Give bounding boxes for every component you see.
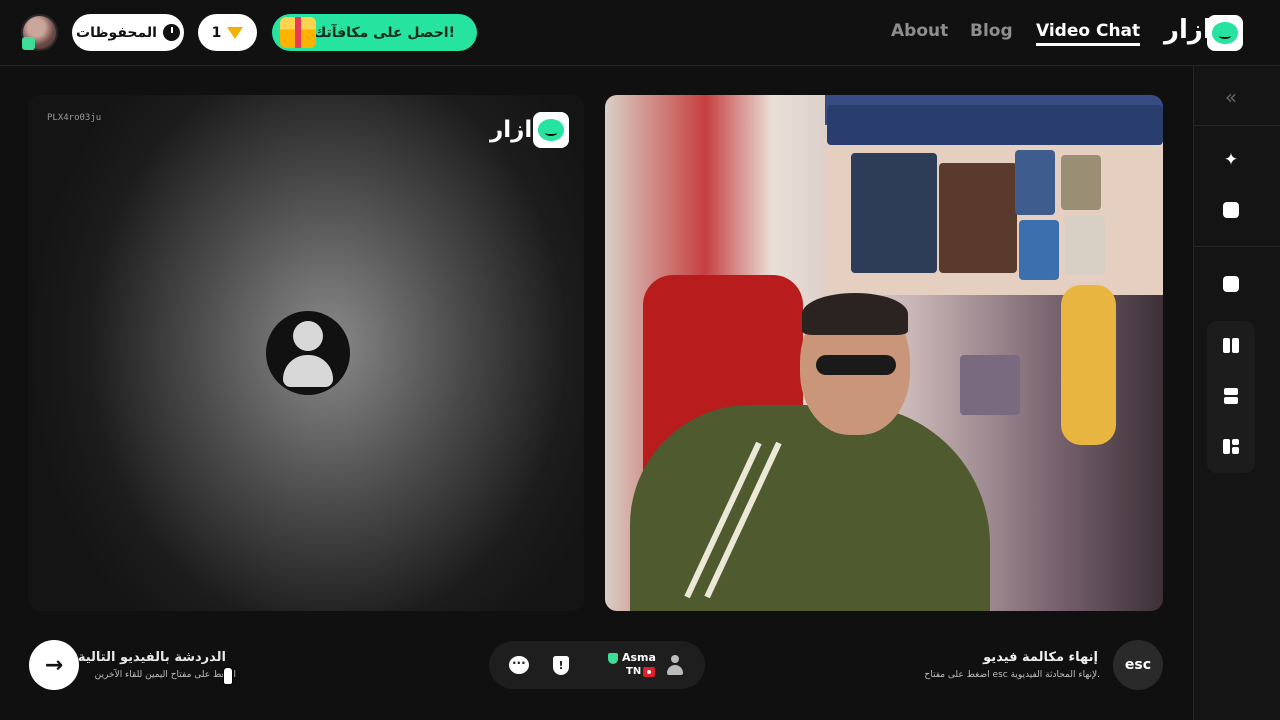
- clock-icon: [162, 24, 180, 41]
- reward-button[interactable]: احصل على مكافآتك!: [272, 14, 477, 51]
- layout-grid-icon[interactable]: [1207, 423, 1255, 469]
- nav-video-chat[interactable]: Video Chat: [1036, 21, 1141, 46]
- partner-country: TN: [626, 666, 642, 677]
- end-call-title: إنهاء مكالمة فيديو: [983, 650, 1098, 665]
- end-call-hint: اضغط على مفتاح esc لإنهاء المحادثة الفيد…: [924, 670, 1100, 680]
- user-placeholder-icon: [266, 311, 350, 395]
- saved-label: المحفوظات: [76, 24, 157, 41]
- partner-profile-icon[interactable]: [666, 655, 684, 675]
- next-chat-button[interactable]: →: [29, 640, 79, 690]
- own-video-panel: PLX4ro03ju ازار: [28, 95, 584, 611]
- report-icon[interactable]: !: [549, 653, 573, 677]
- collapse-sidebar-icon[interactable]: «: [1207, 74, 1255, 120]
- nav-about[interactable]: About: [891, 21, 948, 41]
- profile-avatar[interactable]: [21, 14, 58, 51]
- verified-shield-icon: [22, 37, 35, 50]
- partner-name: Asma: [622, 651, 656, 664]
- magic-wand-icon[interactable]: ✦: [1207, 137, 1255, 183]
- reward-label: احصل على مكافآتك!: [313, 24, 455, 41]
- minimize-icon[interactable]: [1207, 261, 1255, 307]
- saved-button[interactable]: المحفوظات: [72, 14, 184, 51]
- gift-icon: [280, 17, 316, 48]
- panel-brand-icon: [533, 112, 569, 148]
- top-bar: المحفوظات 1 احصل على مكافآتك! About Blog…: [0, 0, 1280, 66]
- user-id: PLX4ro03ju: [47, 113, 102, 123]
- right-sidebar: « ✦: [1193, 66, 1280, 720]
- mouse-cursor-icon: [223, 667, 233, 685]
- next-chat-hint: اضغط على مفتاح اليمين للقاء الآخرين: [94, 670, 236, 680]
- partner-person: [630, 293, 990, 611]
- end-call-esc-button[interactable]: esc: [1113, 640, 1163, 690]
- partner-verified-icon: [608, 653, 618, 664]
- chat-icon[interactable]: [507, 653, 531, 677]
- partner-video-panel: [605, 95, 1163, 611]
- layout-stacked-icon[interactable]: [1207, 373, 1255, 419]
- panel-brand-text: ازار: [490, 117, 533, 143]
- brand-logo-icon[interactable]: [1207, 15, 1243, 51]
- layout-side-by-side-icon[interactable]: [1207, 322, 1255, 368]
- brand-logo-text[interactable]: ازار: [1164, 15, 1212, 45]
- nav-blog[interactable]: Blog: [970, 21, 1013, 41]
- tunisia-flag-icon: [643, 667, 655, 677]
- gems-button[interactable]: 1: [198, 14, 257, 51]
- gems-count: 1: [211, 24, 222, 41]
- gem-icon: [227, 26, 244, 39]
- next-chat-title: الدردشة بالفيديو التالية: [77, 650, 226, 665]
- emoji-icon[interactable]: [1207, 187, 1255, 233]
